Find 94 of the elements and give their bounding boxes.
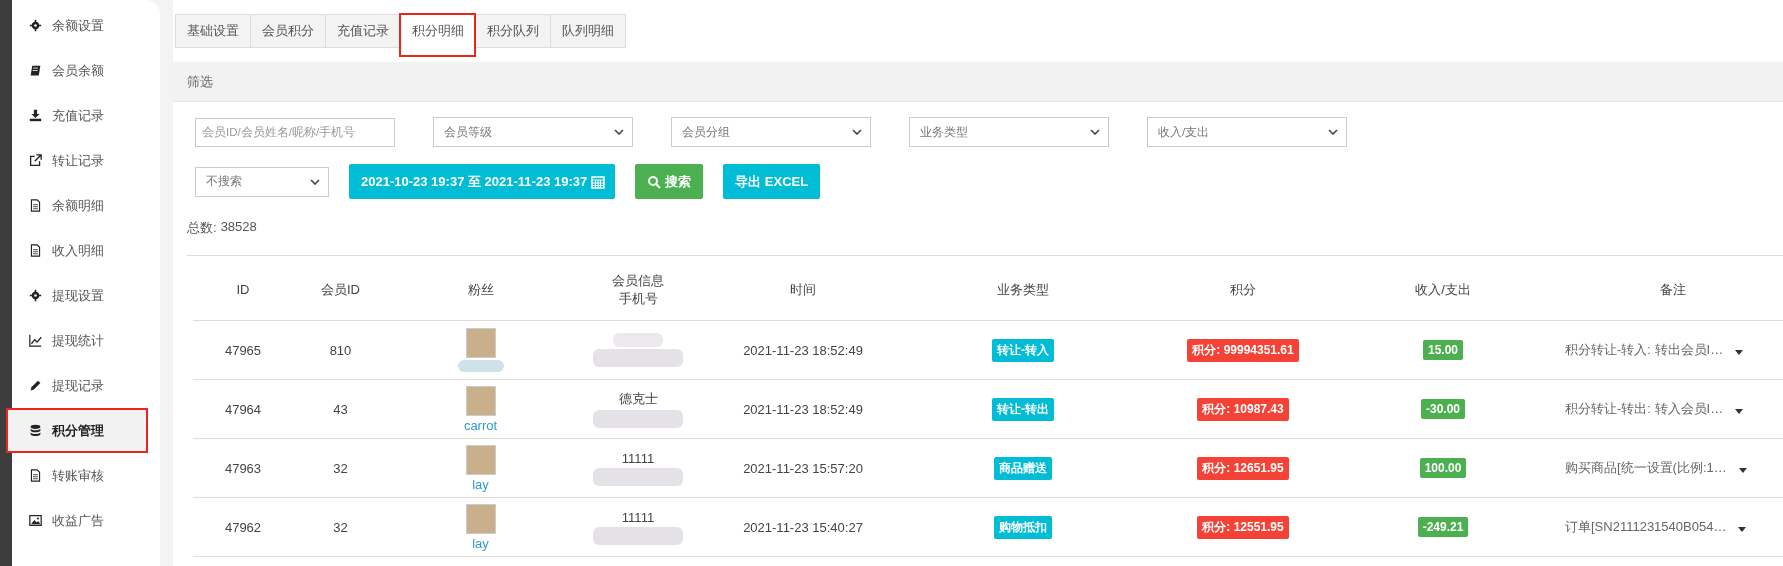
- points-badge: 积分: 99994351.61: [1187, 338, 1299, 362]
- member-name: 德克士: [618, 390, 658, 408]
- column-header: 收入/支出: [1415, 281, 1471, 299]
- sidebar-item[interactable]: 提现设置: [12, 273, 160, 318]
- search-icon: [647, 174, 662, 189]
- note-text: 积分转让-转入: 转出会员I…: [1565, 341, 1724, 359]
- amount-badge: -249.21: [1417, 517, 1469, 537]
- sidebar-item[interactable]: 余额设置: [12, 3, 160, 48]
- caret-down-icon[interactable]: [1735, 408, 1744, 414]
- table-cell-text: 32: [332, 519, 349, 535]
- tab[interactable]: 积分明细: [400, 14, 475, 56]
- column-header: 会员信息: [612, 272, 664, 290]
- tab[interactable]: 充值记录: [325, 14, 400, 48]
- type-badge: 转让-转入: [992, 338, 1054, 362]
- sidebar-item[interactable]: 收益广告: [12, 498, 160, 543]
- points-badge: 积分: 10987.43: [1197, 397, 1289, 421]
- tab[interactable]: 会员积分: [250, 14, 325, 48]
- blurred-name: [457, 360, 504, 372]
- table-cell-text: 47963: [223, 460, 263, 476]
- dropdown[interactable]: 业务类型: [909, 117, 1109, 147]
- points-badge: 积分: 12651.95: [1197, 456, 1289, 480]
- tab[interactable]: 积分队列: [475, 14, 550, 48]
- note-text: 积分转让-转出: 转入会员I…: [1565, 400, 1724, 418]
- document-icon: [29, 244, 42, 257]
- filter-header: 筛选: [173, 62, 1783, 102]
- table-cell-text: 47964: [223, 401, 263, 417]
- type-badge: 商品赠送: [994, 456, 1052, 480]
- sidebar-item[interactable]: 提现统计: [12, 318, 160, 363]
- sidebar-item[interactable]: 收入明细: [12, 228, 160, 273]
- tab[interactable]: 队列明细: [550, 14, 626, 48]
- column-header: 粉丝: [467, 281, 494, 299]
- document-icon: [29, 199, 42, 212]
- sidebar-item[interactable]: 转账审核: [12, 453, 160, 498]
- column-header: 备注: [1660, 281, 1686, 299]
- amount-badge: -30.00: [1421, 399, 1465, 419]
- column-header: 会员ID: [321, 281, 360, 299]
- sidebar-item[interactable]: 充值记录: [12, 93, 160, 138]
- caret-down-icon[interactable]: [1738, 467, 1747, 473]
- column-subheader: 手机号: [618, 290, 658, 308]
- sidebar-item[interactable]: 余额明细: [12, 183, 160, 228]
- note-text: 订单[SN2111231540B054…: [1565, 518, 1727, 536]
- table-cell-text: 2021-11-23 15:40:27: [742, 519, 864, 535]
- column-header: 业务类型: [997, 281, 1049, 299]
- member-name: 11111: [621, 450, 655, 466]
- tab[interactable]: 基础设置: [175, 14, 250, 48]
- document-icon: [29, 469, 42, 482]
- chevron-down-icon: [310, 178, 320, 185]
- sidebar-item[interactable]: 提现记录: [12, 363, 160, 408]
- line-chart-icon: [29, 334, 42, 347]
- type-badge: 购物抵扣: [994, 515, 1052, 539]
- image-icon: [29, 514, 42, 527]
- points-badge: 积分: 12551.95: [1197, 515, 1289, 539]
- external-link-icon: [29, 154, 42, 167]
- dropdown[interactable]: 不搜索: [195, 166, 329, 197]
- avatar-placeholder: [465, 503, 496, 534]
- calendar-icon: [591, 174, 606, 189]
- table-cell-text: 810: [328, 342, 353, 358]
- download-icon: [29, 109, 42, 122]
- table-cell-text: 32: [332, 460, 349, 476]
- dropdown[interactable]: 会员分组: [671, 117, 871, 147]
- dropdown[interactable]: 收入/支出: [1147, 117, 1347, 147]
- table-cell-text: 47965: [223, 342, 263, 358]
- table-cell-text: 2021-11-23 18:52:49: [742, 401, 864, 417]
- table-cell-text: 43: [332, 401, 349, 417]
- sidebar-item[interactable]: 会员余额: [12, 48, 160, 93]
- dropdown[interactable]: 会员等级: [433, 117, 633, 147]
- total-value: 38528: [220, 219, 257, 236]
- sidebar-item[interactable]: 积分管理: [6, 408, 148, 453]
- pencil-icon: [29, 379, 42, 392]
- amount-badge: 15.00: [1423, 340, 1463, 360]
- table-cell-text: 2021-11-23 18:52:49: [742, 342, 864, 358]
- table-cell-text: 2021-11-23 15:57:20: [742, 460, 864, 476]
- chevron-down-icon: [614, 129, 624, 135]
- database-icon: [29, 424, 42, 437]
- caret-down-icon[interactable]: [1738, 526, 1747, 532]
- chevron-down-icon: [852, 129, 862, 135]
- table-cell-text: 47962: [223, 519, 263, 535]
- chevron-down-icon: [1090, 129, 1100, 135]
- column-header: 时间: [790, 281, 816, 299]
- avatar-placeholder: [465, 385, 496, 416]
- book-icon: [29, 64, 42, 77]
- note-text: 购买商品[统一设置(比例:1…: [1565, 459, 1727, 477]
- type-badge: 转让-转出: [992, 397, 1054, 421]
- search-field[interactable]: 会员ID/会员姓名/昵称/手机号: [195, 117, 395, 147]
- chevron-down-icon: [1328, 129, 1338, 135]
- column-header: ID: [236, 281, 250, 299]
- avatar-placeholder: [465, 328, 496, 358]
- total-label: 总数:: [187, 219, 217, 237]
- caret-down-icon[interactable]: [1735, 349, 1744, 355]
- amount-badge: 100.00: [1419, 458, 1467, 478]
- member-name: 11111: [621, 509, 655, 525]
- column-header: 积分: [1230, 281, 1256, 299]
- avatar-placeholder: [465, 444, 496, 475]
- sidebar-item[interactable]: 转让记录: [12, 138, 160, 183]
